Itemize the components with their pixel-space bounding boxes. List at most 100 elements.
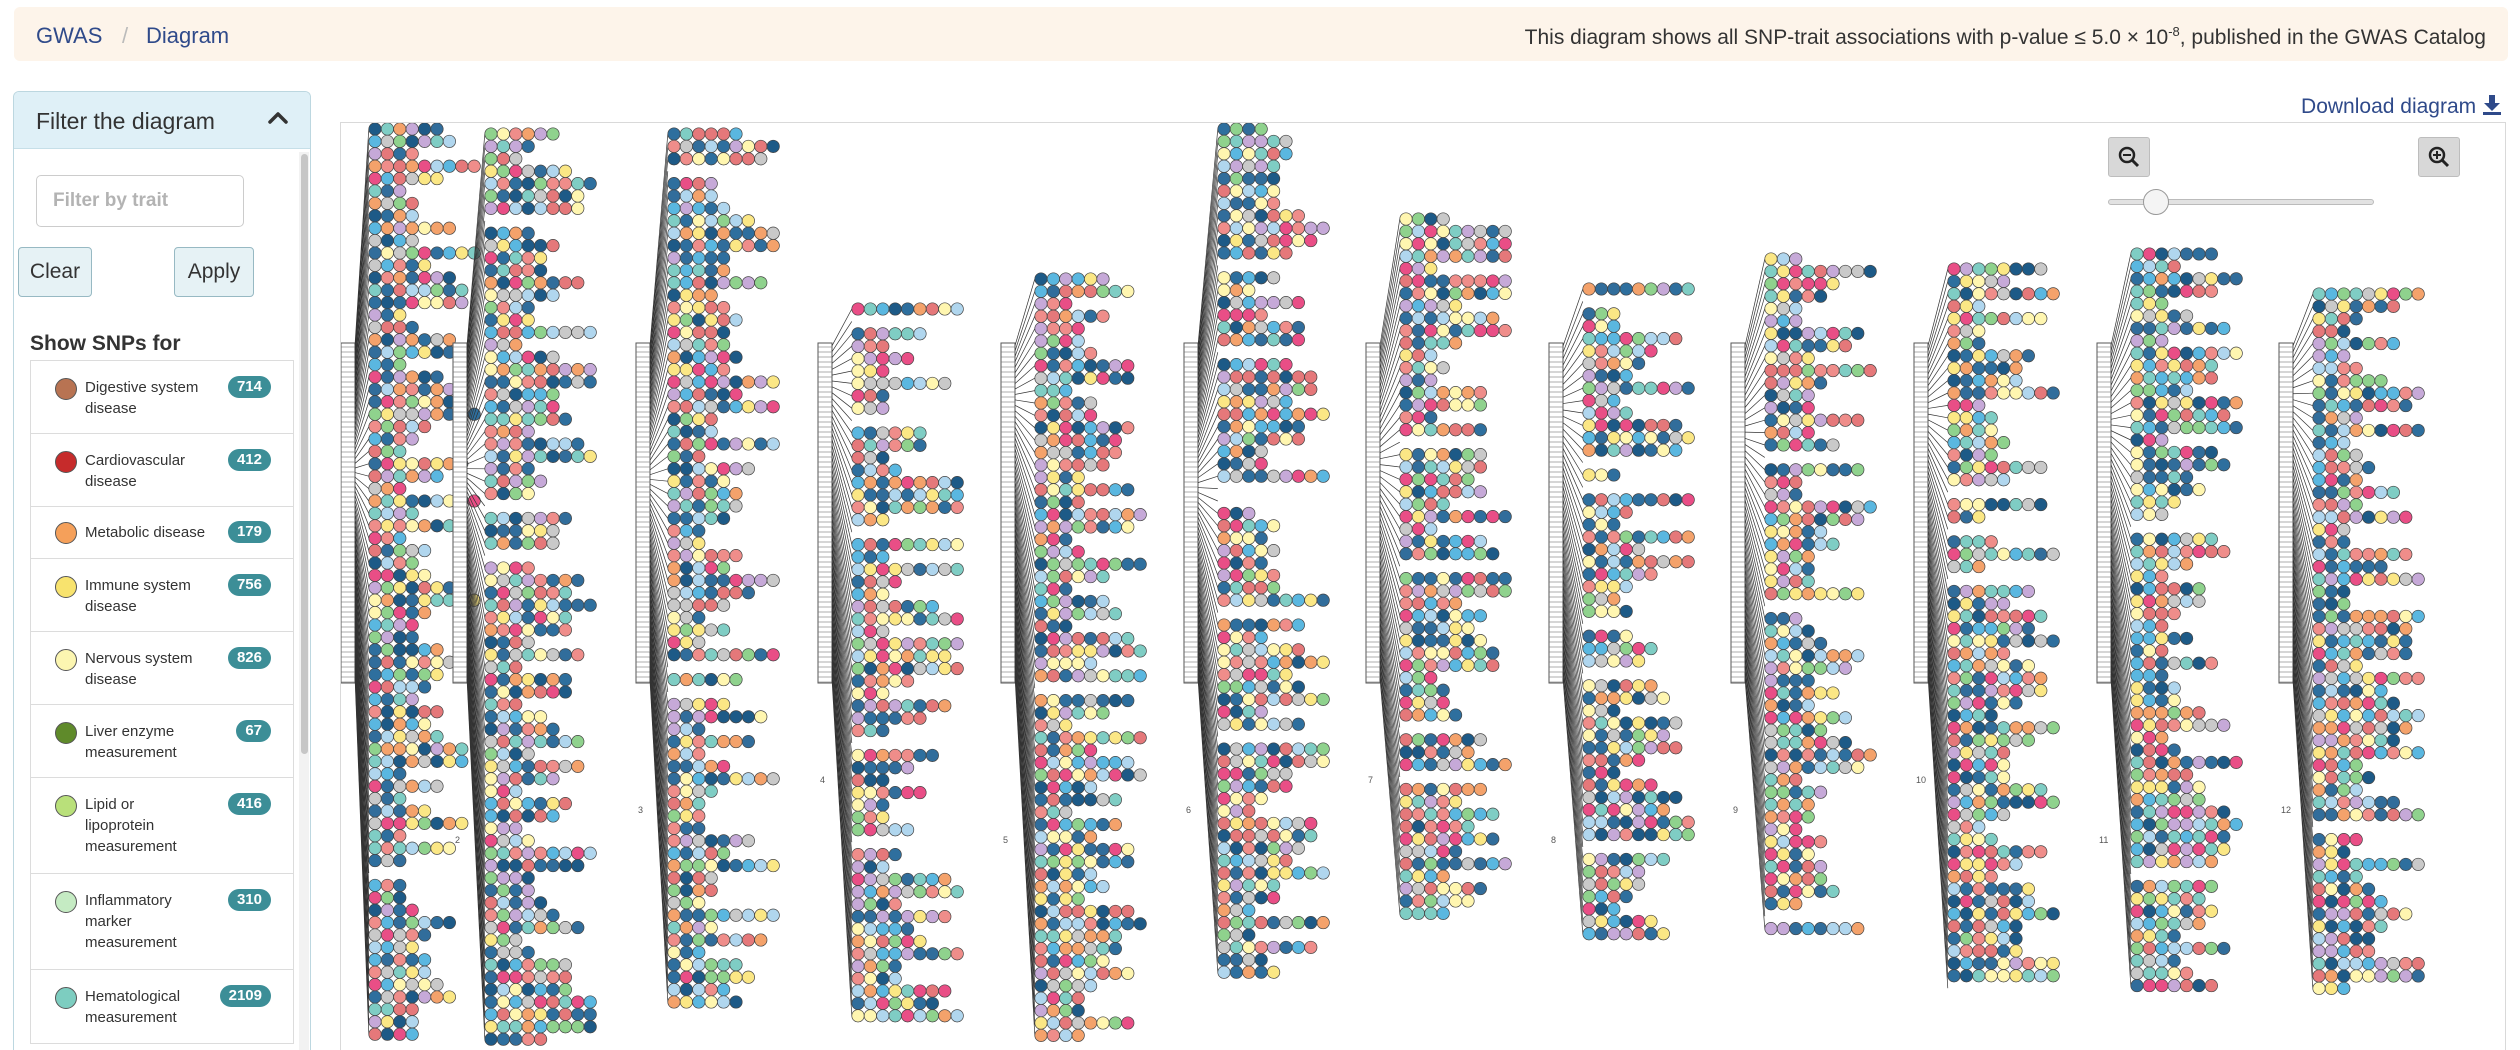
snp-dot[interactable] bbox=[742, 773, 754, 785]
snp-dot[interactable] bbox=[1084, 818, 1096, 830]
snp-dot[interactable] bbox=[1035, 570, 1047, 582]
snp-dot[interactable] bbox=[559, 983, 571, 995]
snp-dot[interactable] bbox=[693, 239, 705, 251]
snp-dot[interactable] bbox=[1583, 655, 1595, 667]
snp-dot[interactable] bbox=[1997, 858, 2009, 870]
snp-dot[interactable] bbox=[547, 649, 559, 661]
snp-dot[interactable] bbox=[1777, 575, 1789, 587]
snp-dot[interactable] bbox=[717, 227, 729, 239]
snp-dot[interactable] bbox=[547, 363, 559, 375]
snp-dot[interactable] bbox=[926, 638, 938, 650]
snp-dot[interactable] bbox=[1035, 694, 1047, 706]
snp-dot[interactable] bbox=[534, 611, 546, 623]
snp-dot[interactable] bbox=[877, 427, 889, 439]
snp-dot[interactable] bbox=[668, 314, 680, 326]
snp-dot[interactable] bbox=[1035, 422, 1047, 434]
snp-dot[interactable] bbox=[1084, 831, 1096, 843]
snp-dot[interactable] bbox=[381, 383, 393, 395]
snp-dot[interactable] bbox=[534, 909, 546, 921]
snp-dot[interactable] bbox=[1997, 684, 2009, 696]
snp-dot[interactable] bbox=[668, 202, 680, 214]
snp-dot[interactable] bbox=[1960, 585, 1972, 597]
breadcrumb-home-link[interactable]: GWAS bbox=[36, 23, 102, 49]
snp-dot[interactable] bbox=[1267, 755, 1279, 767]
snp-dot[interactable] bbox=[877, 514, 889, 526]
snp-dot[interactable] bbox=[1960, 945, 1972, 957]
snp-dot[interactable] bbox=[485, 140, 497, 152]
snp-dot[interactable] bbox=[1230, 706, 1242, 718]
snp-dot[interactable] bbox=[1449, 820, 1461, 832]
snp-dot[interactable] bbox=[1777, 290, 1789, 302]
snp-dot[interactable] bbox=[1218, 272, 1230, 284]
snp-dot[interactable] bbox=[1437, 907, 1449, 919]
snp-dot[interactable] bbox=[431, 334, 443, 346]
snp-dot[interactable] bbox=[1255, 408, 1267, 420]
snp-dot[interactable] bbox=[547, 847, 559, 859]
snp-dot[interactable] bbox=[1765, 414, 1777, 426]
snp-dot[interactable] bbox=[1583, 283, 1595, 295]
snp-dot[interactable] bbox=[522, 376, 534, 388]
snp-dot[interactable] bbox=[680, 649, 692, 661]
snp-dot[interactable] bbox=[381, 668, 393, 680]
snp-dot[interactable] bbox=[394, 854, 406, 866]
snp-dot[interactable] bbox=[1595, 754, 1607, 766]
snp-dot[interactable] bbox=[1948, 945, 1960, 957]
snp-dot[interactable] bbox=[1437, 610, 1449, 622]
snp-dot[interactable] bbox=[914, 886, 926, 898]
snp-dot[interactable] bbox=[1948, 536, 1960, 548]
snp-dot[interactable] bbox=[431, 644, 443, 656]
snp-dot[interactable] bbox=[889, 762, 901, 774]
snp-dot[interactable] bbox=[1777, 922, 1789, 934]
snp-dot[interactable] bbox=[431, 780, 443, 792]
snp-dot[interactable] bbox=[1060, 583, 1072, 595]
snp-dot[interactable] bbox=[1109, 756, 1121, 768]
snp-dot[interactable] bbox=[485, 773, 497, 785]
snp-dot[interactable] bbox=[1985, 808, 1997, 820]
snp-dot[interactable] bbox=[1839, 761, 1851, 773]
snp-dot[interactable] bbox=[1960, 387, 1972, 399]
snp-dot[interactable] bbox=[485, 475, 497, 487]
snp-dot[interactable] bbox=[1827, 364, 1839, 376]
snp-dot[interactable] bbox=[1632, 332, 1644, 344]
snp-dot[interactable] bbox=[2010, 883, 2022, 895]
snp-dot[interactable] bbox=[1400, 275, 1412, 287]
snp-dot[interactable] bbox=[381, 445, 393, 457]
snp-dot[interactable] bbox=[369, 197, 381, 209]
chromosome-column[interactable]: 10 bbox=[1914, 263, 2059, 988]
snp-dot[interactable] bbox=[877, 886, 889, 898]
snp-dot[interactable] bbox=[705, 959, 717, 971]
snp-dot[interactable] bbox=[534, 363, 546, 375]
snp-dot[interactable] bbox=[1632, 432, 1644, 444]
snp-dot[interactable] bbox=[510, 487, 522, 499]
snp-dot[interactable] bbox=[730, 463, 742, 475]
snp-dot[interactable] bbox=[1632, 853, 1644, 865]
snp-dot[interactable] bbox=[1412, 411, 1424, 423]
snp-dot[interactable] bbox=[668, 822, 680, 834]
snp-dot[interactable] bbox=[1657, 791, 1669, 803]
snp-dot[interactable] bbox=[926, 377, 938, 389]
snp-dot[interactable] bbox=[1047, 372, 1059, 384]
snp-dot[interactable] bbox=[547, 686, 559, 698]
snp-dot[interactable] bbox=[877, 824, 889, 836]
snp-dot[interactable] bbox=[1960, 635, 1972, 647]
snp-dot[interactable] bbox=[852, 910, 864, 922]
snp-dot[interactable] bbox=[547, 773, 559, 785]
snp-dot[interactable] bbox=[1047, 446, 1059, 458]
snp-dot[interactable] bbox=[705, 487, 717, 499]
snp-dot[interactable] bbox=[547, 351, 559, 363]
snp-dot[interactable] bbox=[1243, 644, 1255, 656]
snp-dot[interactable] bbox=[559, 797, 571, 809]
snp-dot[interactable] bbox=[1060, 521, 1072, 533]
snp-dot[interactable] bbox=[381, 371, 393, 383]
snp-dot[interactable] bbox=[1583, 754, 1595, 766]
snp-dot[interactable] bbox=[852, 749, 864, 761]
snp-dot[interactable] bbox=[1218, 160, 1230, 172]
snp-dot[interactable] bbox=[1255, 755, 1267, 767]
snp-dot[interactable] bbox=[1802, 922, 1814, 934]
snp-dot[interactable] bbox=[1608, 394, 1620, 406]
snp-dot[interactable] bbox=[1412, 882, 1424, 894]
snp-dot[interactable] bbox=[1035, 508, 1047, 520]
snp-dot[interactable] bbox=[705, 649, 717, 661]
snp-dot[interactable] bbox=[456, 247, 468, 259]
snp-dot[interactable] bbox=[510, 1008, 522, 1020]
